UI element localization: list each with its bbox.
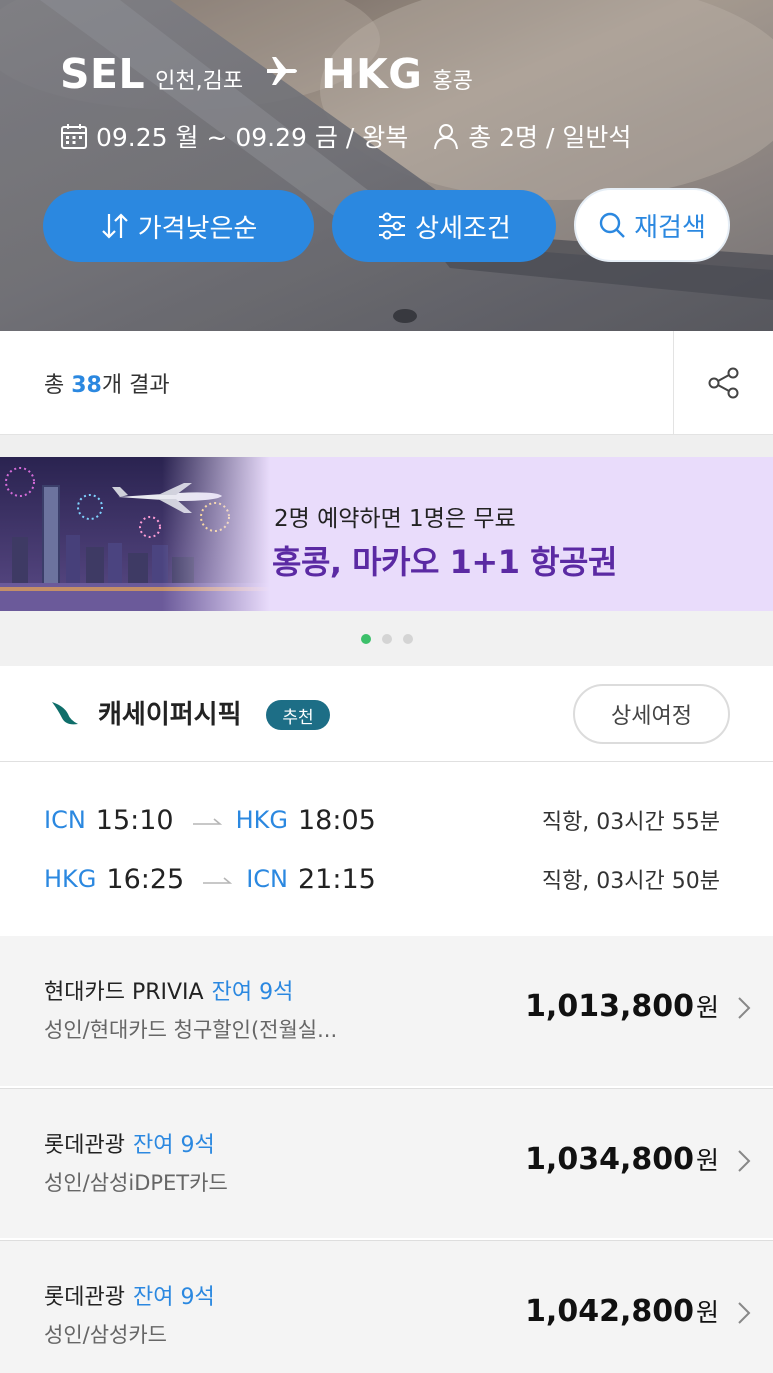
sort-arrows-icon [100,211,130,241]
flight-legs: ICN 15:10 HKG 18:05 직항, 03시간 55분 HKG 16:… [0,763,773,936]
filter-sliders-icon [377,212,407,240]
search-header: SEL 인천,김포 HKG 홍콩 09.25 월 ~ 09.29 금 / 왕복 … [0,0,773,331]
research-button[interactable]: 재검색 [574,188,730,262]
departure-time: 15:10 [95,804,174,836]
flight-duration: 직항, 03시간 50분 [541,869,720,894]
itinerary-detail-button[interactable]: 상세여정 [573,684,730,744]
result-count: 38 [71,373,102,398]
airline-header: 캐세이퍼시픽 추천 상세여정 [0,666,773,762]
remaining-seats: 잔여 9석 [211,980,294,1005]
search-icon [598,211,626,239]
fare-row[interactable]: 롯데관광 잔여 9석 성인/삼성카드 1,042,800 원 [0,1240,773,1373]
arrival-airport: HKG [235,806,288,834]
passenger-info: 총 2명 / 일반석 [468,123,632,152]
departure-airport: ICN [44,806,86,834]
fare-seller: 현대카드 PRIVIA [44,980,204,1005]
origin-code: SEL [60,50,146,98]
pagination-dot[interactable] [403,634,413,644]
cathay-pacific-logo [52,702,78,725]
origin-city: 인천,김포 [155,69,244,94]
destination-city: 홍콩 [432,69,473,94]
date-range: 09.25 월 ~ 09.29 금 / 왕복 [96,123,409,152]
fare-row[interactable]: 현대카드 PRIVIA 잔여 9석 성인/현대카드 청구할인(전월실... 1,0… [0,936,773,1086]
remaining-seats: 잔여 9석 [132,1133,215,1158]
fare-price: 1,042,800 원 [525,1294,719,1329]
arrival-airport: ICN [246,865,288,893]
flight-leg-return: HKG 16:25 ICN 21:15 직항, 03시간 50분 [44,859,734,899]
fare-price: 1,034,800 원 [525,1142,719,1177]
trip-details: 09.25 월 ~ 09.29 금 / 왕복 총 2명 / 일반석 [60,118,631,154]
destination-code: HKG [321,50,423,98]
chevron-right-icon [738,1150,751,1172]
banner-subtitle: 2명 예약하면 1명은 무료 [274,506,516,532]
chevron-right-icon [738,1302,751,1324]
fare-condition: 성인/삼성iDPET카드 [44,1171,228,1195]
flight-duration: 직항, 03시간 55분 [541,810,720,835]
pagination-dot[interactable] [382,634,392,644]
fare-seller: 롯데관광 [44,1285,125,1310]
arrival-time: 18:05 [298,804,376,836]
fare-condition: 성인/현대카드 청구할인(전월실... [44,1018,338,1042]
route-summary: SEL 인천,김포 HKG 홍콩 [60,50,473,98]
result-count-text: 총 38개 결과 [44,373,170,398]
arrow-right-icon [202,874,233,884]
flight-leg-outbound: ICN 15:10 HKG 18:05 직항, 03시간 55분 [44,800,734,840]
banner-title: 홍콩, 마카오 1+1 항공권 [272,543,617,581]
fare-price: 1,013,800 원 [525,989,719,1024]
departure-airport: HKG [44,865,97,893]
pagination-dot-active[interactable] [361,634,371,644]
fare-row[interactable]: 롯데관광 잔여 9석 성인/삼성iDPET카드 1,034,800 원 [0,1088,773,1238]
result-summary-bar: 총 38개 결과 [0,331,773,435]
fare-seller: 롯데관광 [44,1133,125,1158]
sort-button[interactable]: 가격낮은순 [43,190,314,262]
filter-label: 상세조건 [415,213,511,244]
airline-name: 캐세이퍼시픽 [98,700,242,730]
remaining-seats: 잔여 9석 [132,1285,215,1310]
filter-button[interactable]: 상세조건 [332,190,556,262]
hongkong-night-skyline-image [0,457,270,611]
arrow-right-icon [192,815,222,825]
calendar-icon [60,122,88,150]
person-icon [432,122,460,150]
research-label: 재검색 [634,212,706,243]
recommend-badge: 추천 [266,700,330,730]
share-button[interactable] [673,331,773,435]
promo-banner[interactable]: 2명 예약하면 1명은 무료 홍콩, 마카오 1+1 항공권 [0,457,773,611]
sort-label: 가격낮은순 [137,213,258,244]
chevron-right-icon [738,997,751,1019]
airplane-icon [265,56,299,94]
arrival-time: 21:15 [298,863,376,895]
fare-condition: 성인/삼성카드 [44,1323,167,1347]
share-icon [708,367,738,399]
departure-time: 16:25 [106,863,185,895]
